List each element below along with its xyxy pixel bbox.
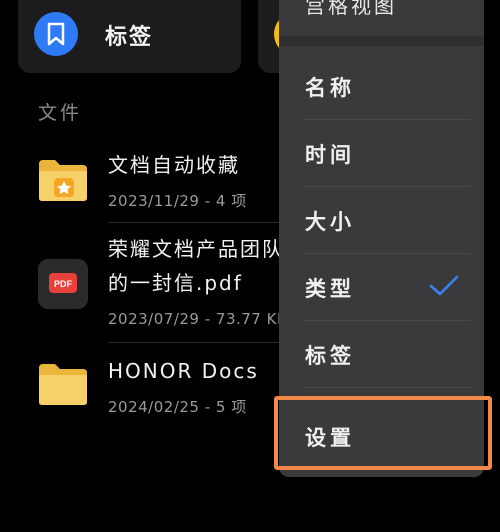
menu-separator <box>279 36 484 46</box>
menu-item-label: 大小 <box>305 210 355 234</box>
file-meta: 2023/07/29 - 73.77 KB <box>108 310 288 328</box>
file-meta: 2023/11/29 - 4 项 <box>108 192 247 210</box>
pdf-badge-text: PDF <box>54 279 73 289</box>
highlight-box <box>274 396 492 470</box>
section-header: 文件 <box>38 102 83 124</box>
star-folder-icon <box>37 158 89 206</box>
menu-item-tag[interactable]: 标签 <box>279 321 484 388</box>
file-name-line1: 荣耀文档产品团队 <box>108 237 284 261</box>
menu-item-time[interactable]: 时间 <box>279 120 484 187</box>
folder-icon <box>37 362 89 410</box>
bookmark-icon <box>34 12 78 56</box>
pdf-file-icon: PDF <box>37 258 89 314</box>
file-name-line2: 的一封信.pdf <box>108 271 243 295</box>
file-row[interactable]: 文档自动收藏 2023/11/29 - 4 项 <box>0 150 300 220</box>
menu-item-label: 类型 <box>305 277 355 301</box>
file-name: HONOR Docs <box>108 359 259 383</box>
menu-item-type[interactable]: 类型 <box>279 254 484 321</box>
file-row[interactable]: HONOR Docs 2024/02/25 - 5 项 <box>0 354 300 424</box>
menu-item-grid-view[interactable]: 宫格视图 <box>305 0 397 19</box>
divider <box>108 342 308 343</box>
menu-divider <box>305 387 470 388</box>
file-name: 文档自动收藏 <box>108 153 240 177</box>
menu-item-label: 时间 <box>305 143 355 167</box>
tag-card[interactable]: 标签 <box>18 0 241 73</box>
menu-item-label: 名称 <box>305 76 355 100</box>
menu-item-label: 标签 <box>305 344 355 368</box>
file-row[interactable]: PDF 荣耀文档产品团队 的一封信.pdf 2023/07/29 - 73.77… <box>0 234 300 334</box>
divider <box>108 222 308 223</box>
tag-card-label: 标签 <box>105 25 154 50</box>
file-meta: 2024/02/25 - 5 项 <box>108 398 247 416</box>
check-icon <box>428 274 460 302</box>
menu-item-name[interactable]: 名称 <box>279 53 484 120</box>
menu-item-size[interactable]: 大小 <box>279 187 484 254</box>
